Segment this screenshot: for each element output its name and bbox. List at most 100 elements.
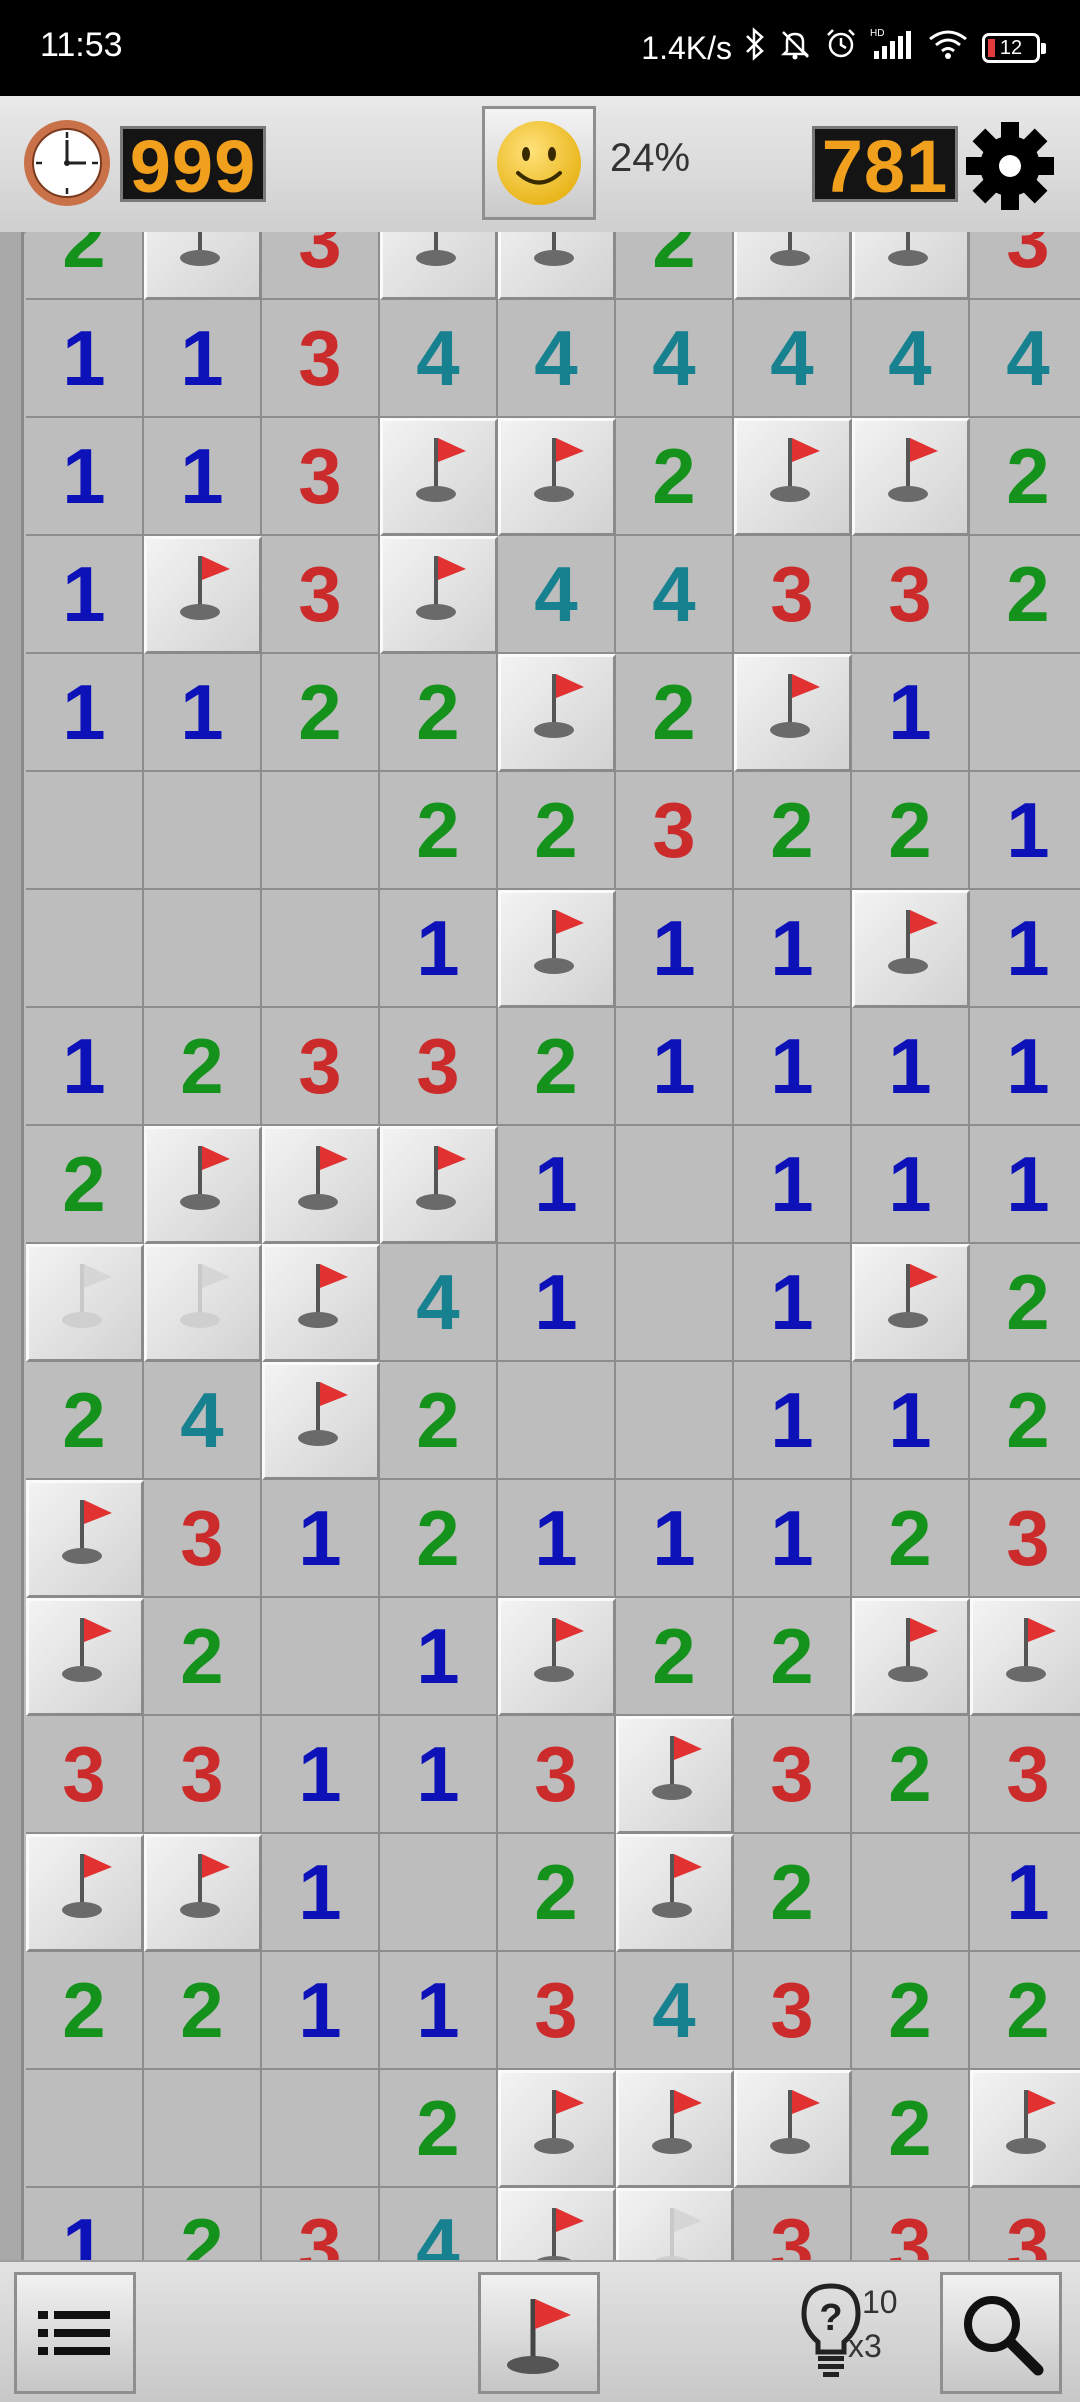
- number-cell[interactable]: 3: [852, 536, 970, 654]
- flagged-cell[interactable]: [498, 2070, 616, 2188]
- flagged-cell[interactable]: [26, 1244, 144, 1362]
- number-cell[interactable]: 1: [970, 1008, 1080, 1126]
- flagged-cell[interactable]: [380, 536, 498, 654]
- number-cell[interactable]: 1: [144, 418, 262, 536]
- flagged-cell[interactable]: [144, 1126, 262, 1244]
- flagged-cell[interactable]: [852, 890, 970, 1008]
- number-cell[interactable]: 1: [970, 772, 1080, 890]
- number-cell[interactable]: 2: [970, 1362, 1080, 1480]
- number-cell[interactable]: 1: [616, 1008, 734, 1126]
- number-cell[interactable]: 1: [616, 890, 734, 1008]
- empty-cell[interactable]: [26, 890, 144, 1008]
- empty-cell[interactable]: [144, 772, 262, 890]
- search-button[interactable]: [940, 2272, 1062, 2394]
- flagged-cell[interactable]: [498, 1598, 616, 1716]
- empty-cell[interactable]: [616, 1126, 734, 1244]
- number-cell[interactable]: 1: [26, 654, 144, 772]
- empty-cell[interactable]: [144, 2070, 262, 2188]
- number-cell[interactable]: 2: [380, 1362, 498, 1480]
- flagged-cell[interactable]: [734, 232, 852, 300]
- number-cell[interactable]: 3: [498, 1952, 616, 2070]
- number-cell[interactable]: 2: [380, 654, 498, 772]
- number-cell[interactable]: 1: [262, 1716, 380, 1834]
- flagged-cell[interactable]: [616, 1716, 734, 1834]
- empty-cell[interactable]: [262, 772, 380, 890]
- number-cell[interactable]: 2: [616, 418, 734, 536]
- number-cell[interactable]: 1: [734, 1126, 852, 1244]
- number-cell[interactable]: 3: [734, 536, 852, 654]
- number-cell[interactable]: 3: [852, 2188, 970, 2260]
- empty-cell[interactable]: [26, 772, 144, 890]
- empty-cell[interactable]: [616, 1362, 734, 1480]
- number-cell[interactable]: 2: [852, 1716, 970, 1834]
- flagged-cell[interactable]: [380, 232, 498, 300]
- number-cell[interactable]: 1: [262, 1480, 380, 1598]
- gear-icon[interactable]: [964, 120, 1056, 212]
- number-cell[interactable]: 2: [734, 1598, 852, 1716]
- number-cell[interactable]: 3: [144, 1716, 262, 1834]
- number-cell[interactable]: 1: [380, 890, 498, 1008]
- number-cell[interactable]: 1: [970, 890, 1080, 1008]
- number-cell[interactable]: 4: [852, 300, 970, 418]
- number-cell[interactable]: 2: [970, 1952, 1080, 2070]
- flagged-cell[interactable]: [144, 1834, 262, 1952]
- empty-cell[interactable]: [262, 890, 380, 1008]
- number-cell[interactable]: 3: [262, 2188, 380, 2260]
- number-cell[interactable]: 4: [498, 300, 616, 418]
- number-cell[interactable]: 2: [26, 1362, 144, 1480]
- number-cell[interactable]: 2: [616, 232, 734, 300]
- number-cell[interactable]: 2: [380, 772, 498, 890]
- number-cell[interactable]: 2: [26, 1126, 144, 1244]
- number-cell[interactable]: 2: [970, 418, 1080, 536]
- flagged-cell[interactable]: [144, 232, 262, 300]
- flagged-cell[interactable]: [616, 2188, 734, 2260]
- flagged-cell[interactable]: [498, 418, 616, 536]
- number-cell[interactable]: 1: [144, 300, 262, 418]
- number-cell[interactable]: 1: [970, 1126, 1080, 1244]
- number-cell[interactable]: 1: [852, 1008, 970, 1126]
- number-cell[interactable]: 4: [616, 536, 734, 654]
- number-cell[interactable]: 1: [26, 300, 144, 418]
- number-cell[interactable]: 1: [262, 1834, 380, 1952]
- number-cell[interactable]: 2: [262, 654, 380, 772]
- flagged-cell[interactable]: [498, 654, 616, 772]
- flagged-cell[interactable]: [144, 536, 262, 654]
- number-cell[interactable]: 2: [144, 1952, 262, 2070]
- flagged-cell[interactable]: [616, 2070, 734, 2188]
- number-cell[interactable]: 1: [380, 1598, 498, 1716]
- flagged-cell[interactable]: [852, 1598, 970, 1716]
- number-cell[interactable]: 3: [26, 1716, 144, 1834]
- smiley-button[interactable]: [482, 106, 596, 220]
- number-cell[interactable]: 3: [262, 418, 380, 536]
- number-cell[interactable]: 2: [852, 1952, 970, 2070]
- flagged-cell[interactable]: [262, 1244, 380, 1362]
- number-cell[interactable]: 4: [734, 300, 852, 418]
- number-cell[interactable]: 3: [144, 1480, 262, 1598]
- empty-cell[interactable]: [380, 1834, 498, 1952]
- number-cell[interactable]: 2: [498, 1008, 616, 1126]
- number-cell[interactable]: 1: [616, 1480, 734, 1598]
- number-cell[interactable]: 3: [262, 300, 380, 418]
- number-cell[interactable]: 4: [380, 1244, 498, 1362]
- number-cell[interactable]: 4: [616, 300, 734, 418]
- flagged-cell[interactable]: [262, 1126, 380, 1244]
- number-cell[interactable]: 1: [734, 1008, 852, 1126]
- flagged-cell[interactable]: [498, 890, 616, 1008]
- flagged-cell[interactable]: [734, 418, 852, 536]
- number-cell[interactable]: 3: [970, 2188, 1080, 2260]
- number-cell[interactable]: 3: [970, 1716, 1080, 1834]
- number-cell[interactable]: 3: [734, 1952, 852, 2070]
- number-cell[interactable]: 4: [970, 300, 1080, 418]
- number-cell[interactable]: 3: [616, 772, 734, 890]
- number-cell[interactable]: 1: [26, 418, 144, 536]
- number-cell[interactable]: 2: [616, 654, 734, 772]
- empty-cell[interactable]: [970, 654, 1080, 772]
- flagged-cell[interactable]: [852, 1244, 970, 1362]
- number-cell[interactable]: 1: [498, 1244, 616, 1362]
- flagged-cell[interactable]: [852, 232, 970, 300]
- number-cell[interactable]: 2: [852, 772, 970, 890]
- number-cell[interactable]: 3: [262, 536, 380, 654]
- number-cell[interactable]: 2: [970, 1244, 1080, 1362]
- flagged-cell[interactable]: [380, 1126, 498, 1244]
- number-cell[interactable]: 1: [734, 1244, 852, 1362]
